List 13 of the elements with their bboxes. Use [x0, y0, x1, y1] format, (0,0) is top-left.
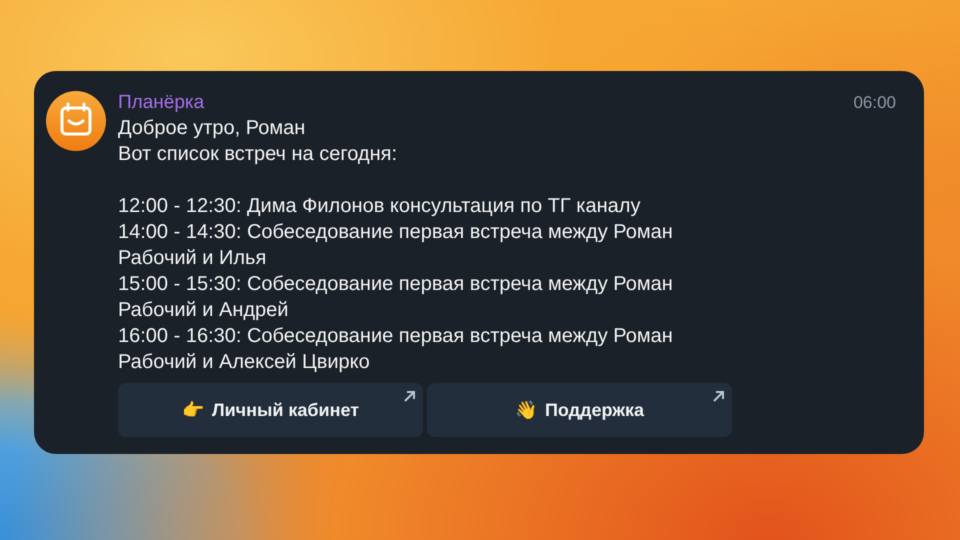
external-link-arrow-icon — [403, 390, 416, 403]
message-time: 06:00 — [853, 93, 896, 113]
meeting-line: 15:00 - 15:30: Собеседование первая встреча между Роман Рабочий и Андрей — [118, 272, 674, 323]
external-link-arrow-icon — [712, 390, 725, 403]
sender-name: Планёрка — [118, 91, 204, 115]
intro-text: Вот список встреч на сегодня: — [118, 142, 398, 167]
link-button[interactable]: 👋 Поддержка — [427, 383, 732, 437]
greeting-text: Доброе утро, Роман — [118, 116, 306, 141]
calendar-smile-icon — [46, 91, 106, 151]
link-button[interactable]: 👉 Личный кабинет — [118, 383, 423, 437]
meeting-line: 12:00 - 12:30: Дима Филонов консультация по ТГ каналу — [118, 194, 642, 219]
meeting-line: 14:00 - 14:30: Собеседование первая встреча между Роман Рабочий и Илья — [118, 220, 674, 271]
meeting-line: 16:00 - 16:30: Собеседование первая встреча между Роман Рабочий и Алексей Цвирко — [118, 324, 674, 375]
